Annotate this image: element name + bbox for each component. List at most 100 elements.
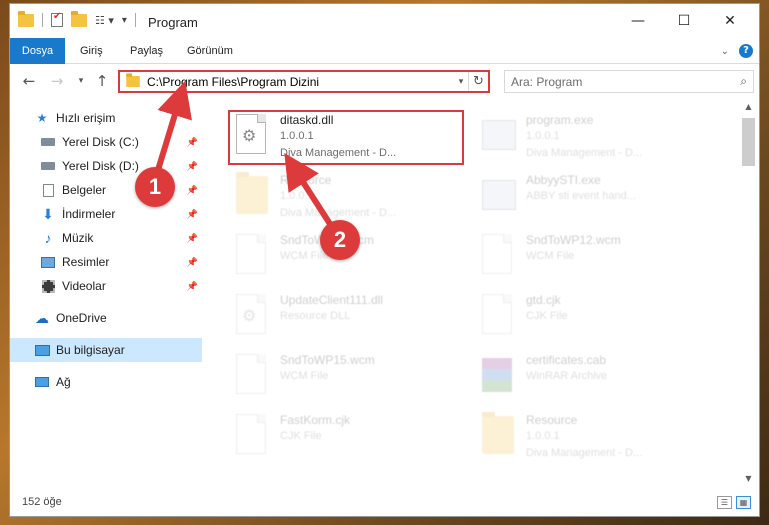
- sidebar-item-downloads[interactable]: ⬇ İndirmeler 📌: [10, 202, 202, 226]
- tab-giris[interactable]: Giriş: [80, 38, 103, 64]
- document-icon: [236, 354, 272, 400]
- file-type: WCM File: [526, 250, 575, 262]
- pin-icon: 📌: [186, 208, 198, 219]
- document-icon: [482, 234, 518, 280]
- chevron-down-icon[interactable]: ▾: [122, 15, 127, 26]
- folder-icon: [126, 73, 140, 88]
- item-count: 152 öğe: [22, 496, 62, 508]
- recent-locations-button[interactable]: ▾: [72, 72, 90, 90]
- navigation-bar: ← → ▾ ↑ C:\Program Files\Program Dizini …: [10, 65, 759, 98]
- file-type: WinRAR Archive: [526, 370, 608, 382]
- sidebar-item-label: OneDrive: [56, 311, 107, 325]
- close-button[interactable]: ✕: [707, 4, 753, 38]
- file-item[interactable]: gtd.cjk CJK File: [476, 290, 716, 346]
- archive-icon: [482, 354, 518, 400]
- search-box[interactable]: ⌕: [504, 70, 754, 93]
- tab-dosya[interactable]: Dosya: [10, 38, 65, 64]
- file-name: certificates.cab: [526, 353, 607, 367]
- help-button[interactable]: ?: [739, 44, 753, 58]
- sidebar-item-videos[interactable]: Videolar 📌: [10, 274, 202, 298]
- address-bar[interactable]: C:\Program Files\Program Dizini ▾ ↻: [118, 70, 490, 93]
- explorer-window: ☷ ▾ ▾ Program — ☐ ✕ Dosya Giriş Paylaş G…: [9, 3, 760, 517]
- document-icon: [236, 414, 272, 460]
- window-title: Program: [148, 15, 198, 30]
- properties-icon[interactable]: [51, 11, 63, 27]
- sidebar-item-label: Yerel Disk (D:): [62, 159, 139, 173]
- download-icon: ⬇: [42, 205, 54, 222]
- step-badge-1: 1: [135, 167, 175, 207]
- music-icon: ♪: [44, 230, 52, 246]
- scroll-down-icon[interactable]: ▼: [740, 472, 757, 486]
- star-icon: ★: [36, 111, 48, 125]
- exe-icon: [482, 114, 518, 160]
- file-name: gtd.cjk: [526, 293, 561, 307]
- sidebar-item-local-disk-d[interactable]: Yerel Disk (D:) 📌: [10, 154, 202, 178]
- sidebar-item-this-pc[interactable]: Bu bilgisayar: [10, 338, 202, 362]
- file-type: CJK File: [280, 430, 322, 442]
- scrollbar-thumb[interactable]: [742, 118, 755, 166]
- file-item[interactable]: SndToWP12.wcm WCM File: [476, 230, 716, 286]
- sidebar-item-local-disk-c[interactable]: Yerel Disk (C:) 📌: [10, 130, 202, 154]
- documents-icon: [40, 183, 56, 197]
- file-list: ⚙ ditaskd.dll 1.0.0.1 Diva Management - …: [206, 100, 740, 485]
- tiles-view-icon[interactable]: ▦: [736, 496, 751, 509]
- file-description: ABBY sti event hand...: [526, 190, 636, 202]
- network-icon: [34, 375, 50, 389]
- maximize-button[interactable]: ☐: [661, 4, 707, 38]
- sidebar-item-onedrive[interactable]: ☁ OneDrive: [10, 306, 202, 330]
- sidebar-item-label: Belgeler: [62, 183, 107, 197]
- file-name: SndToWP12.wcm: [526, 233, 621, 247]
- file-item[interactable]: Resource 1.0.0.1 Diva Management - D...: [476, 410, 716, 466]
- sidebar-item-label: Hızlı erişim: [56, 111, 116, 125]
- dll-gear-icon: ⚙: [236, 294, 272, 340]
- forward-button[interactable]: →: [48, 72, 66, 90]
- vertical-scrollbar[interactable]: ▲ ▼: [740, 100, 757, 486]
- sidebar-item-network[interactable]: Ağ: [10, 370, 202, 394]
- file-company: Diva Management - D...: [526, 147, 643, 159]
- drive-icon: [40, 135, 56, 149]
- file-item[interactable]: AbbyySTI.exe ABBY sti event hand...: [476, 170, 716, 226]
- sidebar-item-pictures[interactable]: Resimler 📌: [10, 250, 202, 274]
- back-button[interactable]: ←: [20, 72, 38, 90]
- file-type: Resource DLL: [280, 310, 351, 322]
- file-name: Resource: [280, 173, 332, 187]
- scroll-up-icon[interactable]: ▲: [740, 100, 757, 114]
- search-input[interactable]: [511, 74, 711, 89]
- file-item[interactable]: certificates.cab WinRAR Archive: [476, 350, 716, 406]
- file-item[interactable]: program.exe 1.0.0.1 Diva Management - D.…: [476, 110, 716, 166]
- minimize-button[interactable]: —: [615, 4, 661, 38]
- file-item[interactable]: Resource 1.0.0.1 Diva Management - D...: [230, 170, 470, 226]
- new-folder-icon[interactable]: [71, 10, 87, 27]
- sidebar-item-label: Yerel Disk (C:): [62, 135, 139, 149]
- file-name: SndToWP15.wcm: [280, 353, 375, 367]
- search-icon[interactable]: ⌕: [740, 74, 747, 89]
- step-badge-2: 2: [320, 220, 360, 260]
- sidebar-item-label: Müzik: [62, 231, 94, 245]
- tab-gorunum[interactable]: Görünüm: [187, 38, 233, 64]
- computer-icon: [34, 343, 50, 357]
- file-item[interactable]: FastKorm.cjk CJK File: [230, 410, 470, 466]
- address-path[interactable]: C:\Program Files\Program Dizini: [147, 75, 454, 89]
- file-name: FastKorm.cjk: [280, 413, 351, 427]
- pin-icon: 📌: [186, 256, 198, 267]
- file-item[interactable]: SndToWP15.wcm WCM File: [230, 350, 470, 406]
- folder-icon: [18, 10, 34, 27]
- sidebar-item-music[interactable]: ♪ Müzik 📌: [10, 226, 202, 250]
- customize-toolbar-icon[interactable]: ☷ ▾: [95, 14, 114, 27]
- details-view-icon[interactable]: ☰: [717, 496, 732, 509]
- chevron-down-icon[interactable]: ▾: [454, 77, 468, 87]
- pin-icon: 📌: [186, 184, 198, 195]
- refresh-button[interactable]: ↻: [468, 72, 488, 91]
- expand-ribbon-icon[interactable]: ⌄: [721, 46, 729, 57]
- sidebar-item-label: Bu bilgisayar: [56, 343, 125, 357]
- folder-icon: [482, 412, 518, 460]
- file-type: WCM File: [280, 370, 329, 382]
- file-item[interactable]: ⚙ UpdateClient111.dll Resource DLL: [230, 290, 470, 346]
- tab-paylas[interactable]: Paylaş: [130, 38, 163, 64]
- sidebar-item-quick-access[interactable]: ★ Hızlı erişim: [10, 106, 202, 130]
- document-icon: [236, 234, 272, 280]
- up-button[interactable]: ↑: [93, 72, 111, 90]
- sidebar-item-label: Resimler: [62, 255, 110, 269]
- videos-icon: [40, 279, 56, 293]
- file-name: Resource: [526, 413, 578, 427]
